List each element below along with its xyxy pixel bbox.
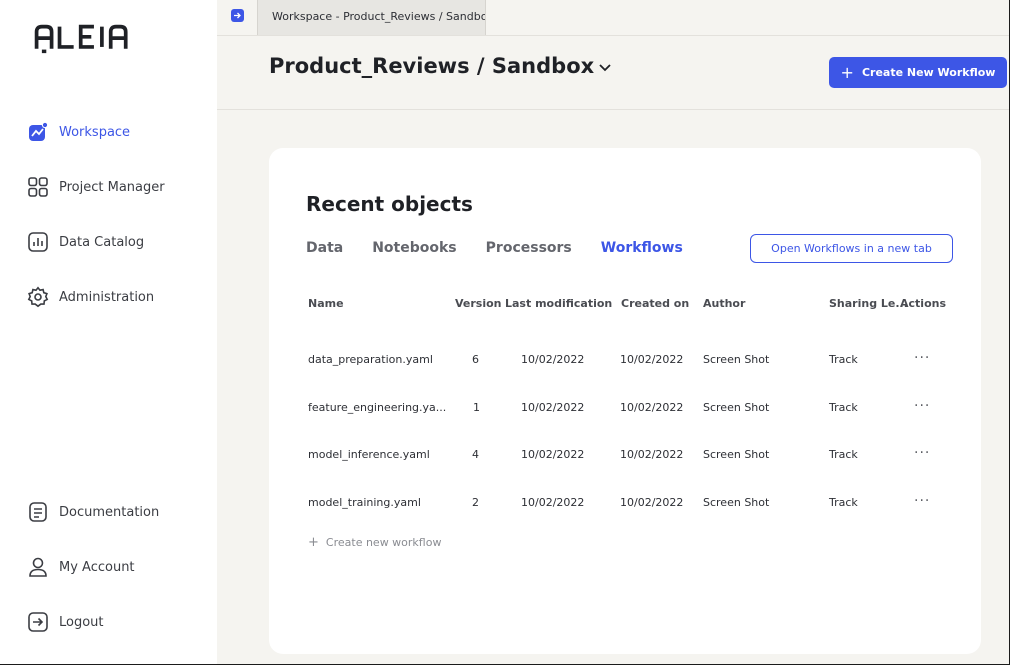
window-frame (0, 0, 1010, 665)
